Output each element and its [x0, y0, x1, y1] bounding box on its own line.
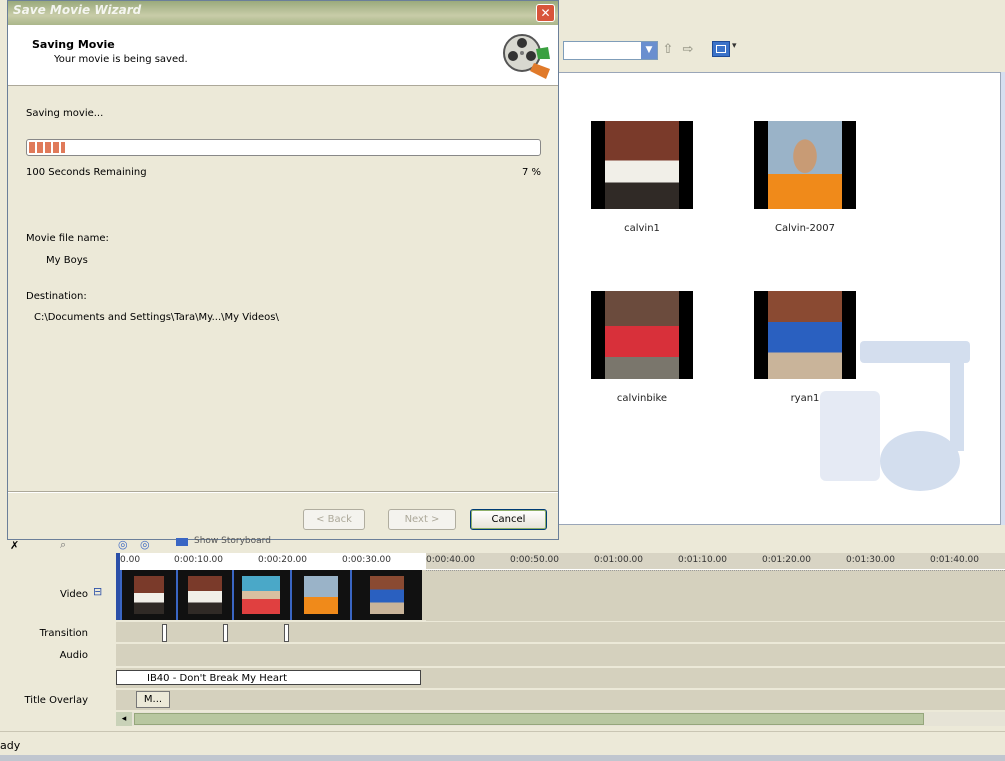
title-overlay-track-label: Title Overlay [24, 695, 89, 706]
ruler-tick: 0:01:40.00 [930, 555, 980, 565]
video-clip[interactable] [350, 570, 422, 620]
ruler-tick: 0:00:40.00 [426, 555, 476, 565]
views-icon [712, 41, 730, 57]
timeline-toolbar: ✗ ⌕ ◎ ◎ Show Storyboard [0, 536, 1005, 554]
ruler-tick: 0:00:20.00 [258, 555, 308, 565]
scrollbar-thumb[interactable] [134, 713, 924, 725]
next-button[interactable]: Next > [388, 509, 456, 530]
clip-thumbnail[interactable]: calvinbike [591, 291, 693, 404]
clip-thumbnail[interactable]: ryan1 [754, 291, 856, 404]
up-folder-icon[interactable]: ⇧ [660, 42, 676, 58]
clip-thumbnail[interactable]: Calvin-2007 [754, 121, 856, 234]
status-text: ady [0, 739, 21, 752]
button-separator [8, 491, 558, 493]
video-track-name: Video [59, 589, 88, 600]
collection-pane: calvin1 Calvin-2007 calvinbike ryan1 [558, 72, 1001, 525]
ruler-tick: 0:01:20.00 [762, 555, 812, 565]
video-track-label: Video [0, 589, 88, 600]
play-icon[interactable]: ◎ [140, 538, 150, 551]
collections-dropdown[interactable]: ▼ [563, 41, 658, 60]
clip-thumbnail[interactable]: calvin1 [591, 121, 693, 234]
music-clip[interactable]: IB40 - Don't Break My Heart [116, 670, 421, 685]
filename-value: My Boys [46, 255, 88, 266]
playhead[interactable] [116, 553, 120, 620]
transition-track-label: Transition [39, 628, 88, 639]
thumbnail-image [591, 291, 693, 379]
ruler-tick: 0:00:10.00 [174, 555, 224, 565]
audio-music-track[interactable]: IB40 - Don't Break My Heart [116, 668, 1005, 688]
scroll-left-icon[interactable]: ◂ [116, 712, 132, 726]
wizard-title: Save Movie Wizard [13, 3, 142, 17]
show-storyboard-button[interactable]: Show Storyboard [194, 536, 271, 546]
wizard-header: Saving Movie Your movie is being saved. [8, 25, 558, 86]
undo-icon[interactable]: ✗ [10, 539, 19, 552]
film-reel-icon [503, 34, 550, 79]
filename-label: Movie file name: [26, 233, 109, 244]
thumbnail-label: calvinbike [616, 393, 668, 404]
transition-marker[interactable] [284, 624, 289, 642]
ruler-tick: 0.00 [120, 555, 141, 565]
transition-marker[interactable] [223, 624, 228, 642]
save-progress-bar [26, 139, 541, 156]
chevron-down-icon: ▾ [732, 41, 737, 51]
expand-icon[interactable]: ⊟ [93, 585, 102, 598]
zoom-in-icon[interactable]: ⌕ [60, 538, 66, 552]
destination-label: Destination: [26, 291, 87, 302]
ruler-tick: 0:01:10.00 [678, 555, 728, 565]
time-remaining: 100 Seconds Remaining [26, 167, 147, 178]
storyboard-icon [176, 538, 188, 546]
transition-track[interactable] [116, 622, 1005, 642]
ruler-tick: 0:00:30.00 [342, 555, 392, 565]
timeline-ruler[interactable]: 0.00 0:00:10.00 0:00:20.00 0:00:30.00 0:… [116, 553, 1005, 571]
title-overlay-track[interactable]: M... [116, 690, 1005, 710]
views-button[interactable]: ▾ [712, 40, 742, 60]
destination-value: C:\Documents and Settings\Tara\My...\My … [34, 312, 279, 323]
save-movie-wizard: Save Movie Wizard ✕ Saving Movie Your mo… [7, 0, 559, 540]
video-track-empty [426, 570, 1005, 621]
collections-toolbar [558, 0, 1005, 73]
thumbnail-label: Calvin-2007 [775, 223, 835, 234]
thumbnail-label: calvin1 [624, 223, 660, 234]
back-button[interactable]: < Back [303, 509, 365, 530]
ruler-tick: 0:01:30.00 [846, 555, 896, 565]
audio-track[interactable] [116, 644, 1005, 666]
title-clip[interactable]: M... [136, 691, 170, 708]
thumbnail-image [754, 291, 856, 379]
video-clip[interactable] [290, 570, 350, 620]
cancel-button[interactable]: Cancel [470, 509, 547, 530]
video-track[interactable] [116, 570, 1005, 621]
transition-marker[interactable] [162, 624, 167, 642]
wizard-subheading: Your movie is being saved. [54, 54, 188, 65]
progress-fill [29, 142, 65, 153]
audio-track-label: Audio [59, 650, 88, 661]
timeline-scrollbar[interactable]: ◂ [116, 712, 1005, 726]
ruler-tick: 0:01:00.00 [594, 555, 644, 565]
rewind-icon[interactable]: ◎ [118, 538, 128, 551]
wizard-titlebar[interactable]: Save Movie Wizard ✕ [8, 1, 558, 25]
thumbnail-image [591, 121, 693, 209]
saving-status: Saving movie... [26, 108, 104, 119]
ruler-tick: 0:00:50.00 [510, 555, 560, 565]
status-bar: ady [0, 731, 1005, 758]
new-folder-icon[interactable]: ⇨ [680, 42, 696, 58]
video-clip[interactable] [176, 570, 232, 620]
percent-complete: 7 % [521, 167, 541, 178]
video-clip[interactable] [120, 570, 176, 620]
wizard-heading: Saving Movie [32, 38, 115, 51]
chevron-down-icon[interactable]: ▼ [641, 42, 657, 59]
collection-scrollbar[interactable] [1001, 72, 1005, 525]
thumbnail-label: ryan1 [790, 393, 820, 404]
taskbar [0, 755, 1005, 761]
close-icon[interactable]: ✕ [536, 4, 555, 22]
video-clip[interactable] [232, 570, 290, 620]
thumbnail-image [754, 121, 856, 209]
